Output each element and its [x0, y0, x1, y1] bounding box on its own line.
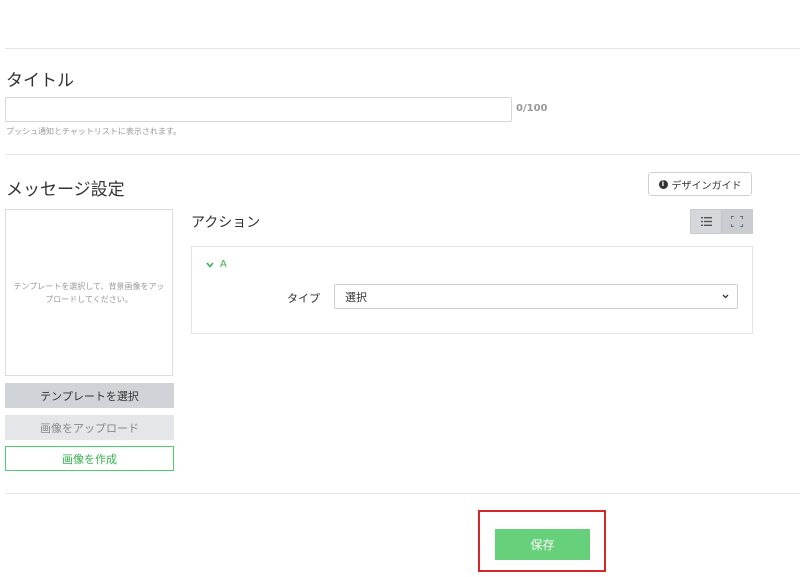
list-view-button[interactable]: [691, 210, 721, 233]
view-toggle: [690, 209, 753, 234]
type-select[interactable]: 選択: [334, 284, 738, 309]
title-input[interactable]: [5, 97, 512, 122]
title-char-counter: 0/100: [516, 103, 548, 114]
message-settings-heading: メッセージ設定: [6, 180, 125, 200]
title-heading: タイトル: [6, 71, 74, 91]
footer-divider: [5, 493, 800, 494]
action-toggle[interactable]: A: [206, 259, 227, 270]
type-label: タイプ: [287, 292, 320, 305]
top-divider: [5, 48, 800, 49]
info-icon: i: [658, 179, 668, 189]
chevron-down-icon: [722, 294, 729, 299]
create-image-button[interactable]: 画像を作成: [5, 446, 174, 471]
list-icon: [700, 217, 712, 226]
image-preview-area: テンプレートを選択して、背景画像をアップロードしてください。: [5, 209, 173, 376]
save-button[interactable]: 保存: [495, 529, 590, 560]
design-guide-button[interactable]: i デザインガイド: [648, 172, 752, 196]
upload-image-button[interactable]: 画像をアップロード: [5, 415, 174, 440]
fullscreen-button[interactable]: [721, 210, 752, 233]
action-name: A: [220, 259, 227, 270]
action-heading: アクション: [191, 215, 261, 231]
title-hint: プッシュ通知とチャットリストに表示されます。: [6, 127, 182, 136]
section-divider: [5, 154, 800, 155]
type-select-value: 選択: [345, 290, 367, 304]
select-template-button[interactable]: テンプレートを選択: [5, 383, 174, 408]
preview-placeholder-text: テンプレートを選択して、背景画像をアップロードしてください。: [13, 281, 165, 304]
design-guide-label: デザインガイド: [671, 180, 742, 192]
chevron-down-icon: [206, 261, 214, 268]
fullscreen-icon: [731, 216, 743, 227]
